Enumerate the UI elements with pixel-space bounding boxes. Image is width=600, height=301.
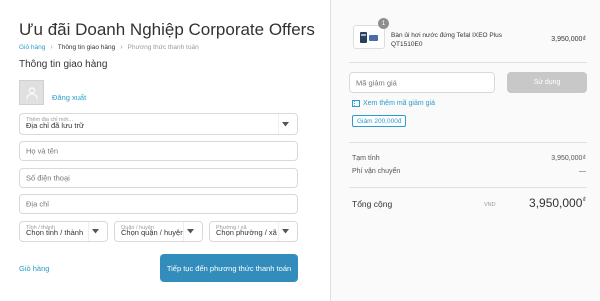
- product-name: Bàn ủi hơi nước đứng Tefal IXEO Plus QT1…: [391, 32, 503, 48]
- currency-symbol: ₫: [582, 197, 586, 204]
- user-icon: [25, 86, 38, 99]
- ward-select[interactable]: Phường / xã Chọn phường / xã: [209, 221, 298, 242]
- ward-value: Chọn phường / xã: [216, 228, 277, 237]
- full-name-input[interactable]: Họ và tên: [19, 141, 298, 161]
- order-summary: 1 Bàn ủi hơi nước đứng Tefal IXEO Plus Q…: [330, 0, 600, 301]
- subtotal-value: 3,950,000₫: [551, 155, 586, 162]
- chevron-down-icon: [278, 222, 292, 241]
- continue-to-payment-button[interactable]: Tiếp tục đến phương thức thanh toán: [160, 254, 298, 282]
- checkout-main: Ưu đãi Doanh Nghiệp Corporate Offers Giỏ…: [0, 0, 330, 301]
- divider: [349, 62, 587, 63]
- discount-code-input[interactable]: Mã giảm giá: [349, 72, 495, 93]
- breadcrumb-payment-method: Phương thức thanh toán: [127, 44, 199, 51]
- divider: [349, 187, 587, 188]
- breadcrumb-cart[interactable]: Giỏ hàng: [19, 44, 45, 51]
- total-label: Tổng cộng: [352, 199, 393, 209]
- logout-link[interactable]: Đăng xuất: [52, 93, 86, 102]
- total-amount: 3,950,000₫: [529, 196, 586, 210]
- back-to-cart-link[interactable]: Giỏ hàng: [19, 264, 49, 273]
- province-select[interactable]: Tỉnh / thành Chọn tỉnh / thành: [19, 221, 108, 242]
- subtotal-label: Tạm tính: [352, 155, 380, 162]
- saved-address-select[interactable]: Thêm địa chỉ mới... Địa chỉ đã lưu trữ: [19, 113, 298, 135]
- product-price: 3,950,000₫: [551, 36, 586, 43]
- full-name-placeholder: Họ và tên: [26, 146, 59, 156]
- shop-title: Ưu đãi Doanh Nghiệp Corporate Offers: [19, 20, 315, 39]
- chevron-right-icon: ›: [50, 44, 53, 51]
- address-placeholder: Địa chỉ: [26, 199, 49, 209]
- total-amount-number: 3,950,000: [529, 196, 583, 210]
- chevron-right-icon: ›: [120, 44, 123, 51]
- total-currency: VND: [484, 202, 496, 208]
- phone-input[interactable]: Số điện thoại: [19, 168, 298, 188]
- shipping-fee-value: —: [579, 168, 586, 175]
- product-thumbnail: [353, 25, 385, 49]
- chevron-down-icon: [278, 114, 292, 134]
- address-input[interactable]: Địa chỉ: [19, 194, 298, 214]
- section-title: Thông tin giao hàng: [19, 59, 108, 70]
- district-select[interactable]: Quận / huyện Chọn quận / huyện: [114, 221, 203, 242]
- chevron-down-icon: [88, 222, 102, 241]
- divider: [349, 142, 587, 143]
- coupon-chip[interactable]: Giảm 200,000đ: [352, 115, 407, 127]
- chevron-down-icon: [183, 222, 197, 241]
- avatar: [19, 80, 44, 105]
- province-value: Chọn tỉnh / thành: [26, 228, 84, 237]
- discount-code-placeholder: Mã giảm giá: [356, 78, 397, 87]
- view-more-codes-label: Xem thêm mã giảm giá: [363, 100, 435, 107]
- phone-placeholder: Số điện thoại: [26, 173, 70, 183]
- quantity-badge: 1: [378, 18, 389, 29]
- ticket-icon: [352, 100, 360, 107]
- district-value: Chọn quận / huyện: [121, 228, 185, 237]
- apply-discount-button[interactable]: Sử dụng: [507, 72, 587, 93]
- shipping-fee-label: Phí vận chuyển: [352, 168, 401, 175]
- view-more-codes-link[interactable]: Xem thêm mã giảm giá: [352, 100, 435, 107]
- breadcrumb-shipping-info: Thông tin giao hàng: [57, 44, 116, 51]
- saved-address-value: Địa chỉ đã lưu trữ: [26, 121, 84, 130]
- breadcrumb: Giỏ hàng › Thông tin giao hàng › Phương …: [19, 44, 199, 51]
